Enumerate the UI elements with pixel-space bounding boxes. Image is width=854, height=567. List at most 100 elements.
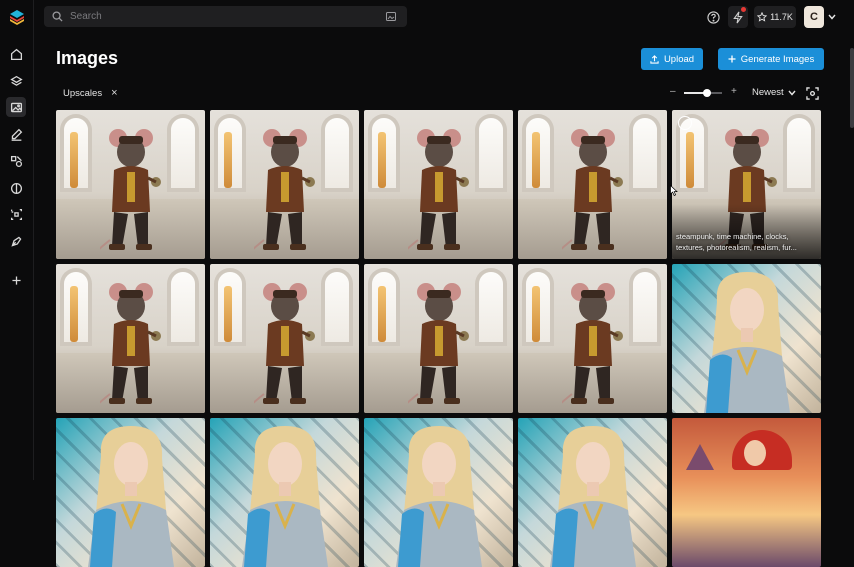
notification-dot (741, 7, 746, 12)
light-glow (532, 132, 540, 188)
window-arch (633, 118, 657, 188)
image-card[interactable] (672, 264, 821, 413)
select-checkbox[interactable] (678, 116, 692, 130)
upload-button[interactable]: Upload (641, 48, 703, 70)
home-icon (10, 48, 22, 60)
image-card[interactable]: steampunk, time machine, clocks, texture… (672, 110, 821, 259)
image-card[interactable] (518, 264, 667, 413)
chevron-down-icon (788, 90, 796, 96)
chevron-down-icon (828, 14, 836, 20)
account-menu-toggle[interactable] (826, 6, 838, 28)
sidebar-realtime[interactable] (6, 178, 26, 198)
window-arch (325, 118, 349, 188)
light-glow (378, 286, 386, 342)
search-input[interactable] (68, 10, 386, 23)
lightning-icon (733, 11, 743, 23)
scrollbar[interactable] (850, 48, 854, 128)
plus-icon (11, 275, 21, 285)
zoom-in-button[interactable]: + (731, 86, 737, 97)
image-card[interactable] (56, 264, 205, 413)
star-count: 11.7K (770, 12, 793, 22)
mouse-figure (408, 283, 469, 404)
zoom-slider[interactable] (684, 89, 722, 97)
image-card[interactable] (210, 418, 359, 567)
mouse-cursor-icon (670, 185, 678, 196)
window-arch (479, 118, 503, 188)
sidebar-shapes[interactable] (6, 151, 26, 171)
avatar[interactable]: C (804, 6, 824, 28)
sidebar-crop[interactable] (6, 204, 26, 224)
shapes-icon (10, 155, 22, 167)
crop-icon (10, 208, 22, 220)
sidebar-images[interactable] (6, 97, 26, 117)
warrior-figure (704, 272, 790, 413)
light-glow (686, 132, 694, 188)
sidebar-add[interactable] (6, 270, 26, 290)
layers-icon (9, 75, 23, 86)
star-icon (757, 12, 768, 22)
light-glow (70, 132, 78, 188)
help-button[interactable] (704, 6, 722, 28)
image-card[interactable] (364, 418, 513, 567)
mouse-figure (408, 129, 469, 250)
sidebar-layers[interactable] (6, 71, 26, 91)
sort-label: Newest (752, 87, 784, 98)
app-logo-icon[interactable] (9, 9, 25, 25)
plus-icon (728, 55, 736, 63)
generate-images-button[interactable]: Generate Images (718, 48, 824, 70)
filter-chip-label: Upscales (63, 88, 103, 99)
face (744, 440, 766, 466)
window-arch (171, 118, 195, 188)
activity-button[interactable] (728, 6, 748, 28)
image-card[interactable] (518, 110, 667, 259)
zoom-slider-handle[interactable] (702, 89, 711, 97)
mouse-figure (562, 283, 623, 404)
circle-half-icon (10, 182, 22, 194)
image-card[interactable] (56, 418, 205, 567)
upload-icon (650, 54, 659, 64)
window-arch (633, 272, 657, 342)
image-card[interactable] (672, 418, 821, 567)
mountain (686, 444, 714, 470)
warrior-figure (242, 426, 328, 567)
generate-images-label: Generate Images (740, 53, 815, 65)
warrior-figure (550, 426, 636, 567)
window-arch (171, 272, 195, 342)
warrior-figure (88, 426, 174, 567)
image-prompt-caption: steampunk, time machine, clocks, texture… (676, 232, 797, 252)
zoom-out-button[interactable]: – (670, 86, 676, 97)
sidebar-pen[interactable] (6, 231, 26, 251)
fullscreen-icon[interactable] (806, 87, 819, 100)
sidebar-edit[interactable] (6, 124, 26, 144)
light-glow (224, 132, 232, 188)
image-card[interactable] (56, 110, 205, 259)
left-sidebar (0, 0, 34, 480)
image-search-icon[interactable] (386, 12, 396, 21)
sidebar-home[interactable] (6, 44, 26, 64)
pen-tool-icon (10, 236, 21, 247)
close-icon[interactable]: × (111, 88, 117, 99)
warrior-figure (396, 426, 482, 567)
search-bar[interactable] (44, 6, 407, 27)
page-title: Images (56, 48, 119, 68)
mouse-figure (100, 283, 161, 404)
search-icon (52, 11, 63, 22)
window-arch (325, 272, 349, 342)
image-card[interactable] (518, 418, 667, 567)
light-glow (224, 286, 232, 342)
stars-button[interactable]: 11.7K (754, 6, 796, 28)
edit-icon (11, 128, 22, 141)
mouse-figure (254, 283, 315, 404)
light-glow (532, 286, 540, 342)
image-card[interactable] (210, 264, 359, 413)
image-card[interactable] (364, 264, 513, 413)
image-card[interactable] (210, 110, 359, 259)
image-icon (10, 102, 22, 112)
mouse-figure (100, 129, 161, 250)
sort-dropdown[interactable]: Newest (752, 87, 796, 98)
question-icon (706, 10, 720, 24)
filter-chip-upscales[interactable]: Upscales × (63, 88, 118, 100)
image-card[interactable] (364, 110, 513, 259)
light-glow (378, 132, 386, 188)
upload-label: Upload (663, 53, 695, 65)
